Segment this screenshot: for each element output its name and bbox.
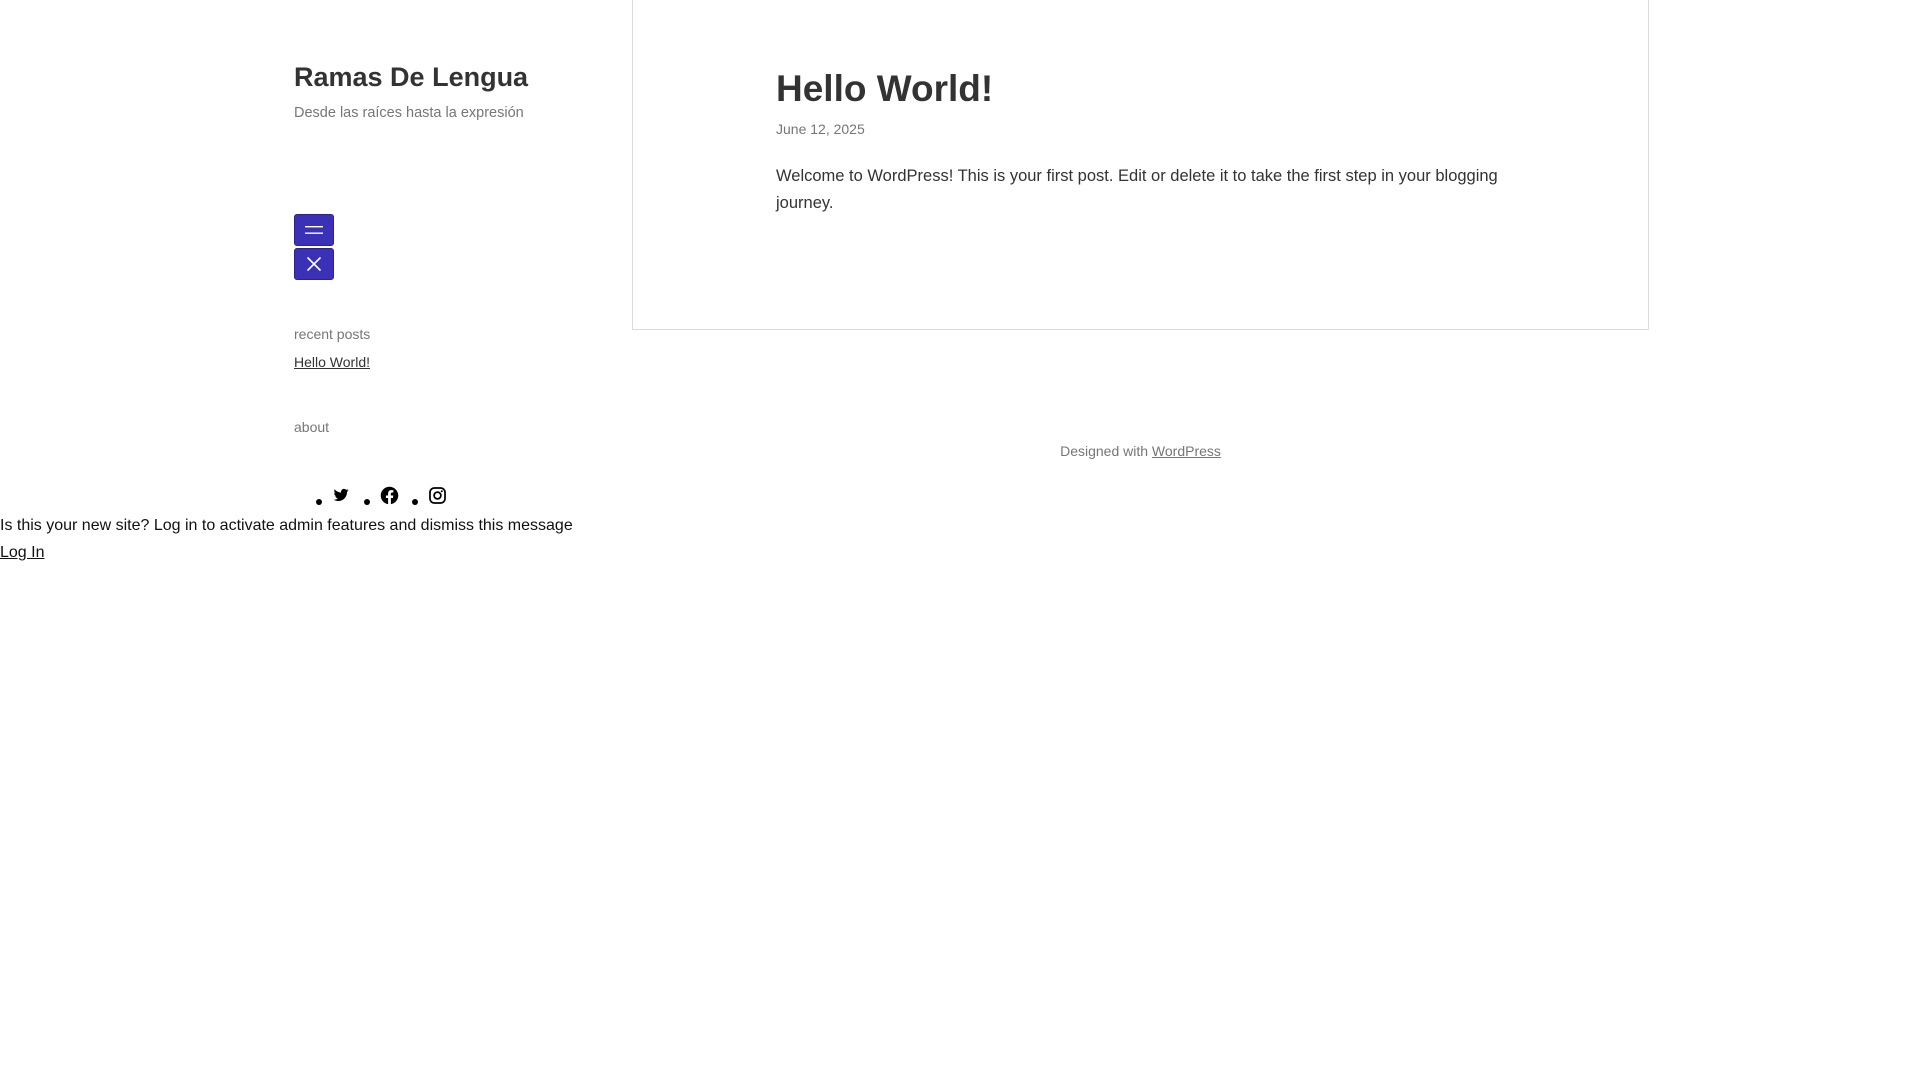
- recent-post-link[interactable]: Hello World!: [294, 354, 370, 370]
- list-bullet: [364, 499, 370, 505]
- list-bullet: [412, 499, 418, 505]
- admin-message: Is this your new site? Log in to activat…: [0, 517, 573, 534]
- post-date[interactable]: June 12, 2025: [776, 121, 865, 137]
- page: Ramas De Lengua Desde las raíces hasta l…: [0, 0, 1920, 1080]
- post-title[interactable]: Hello World!: [776, 70, 993, 107]
- admin-login-link[interactable]: Log In: [0, 543, 44, 563]
- twitter-icon[interactable]: [330, 484, 352, 506]
- post-card: Hello World! June 12, 2025 Welcome to Wo…: [632, 0, 1649, 330]
- instagram-icon[interactable]: [426, 484, 448, 506]
- close-menu-button[interactable]: [294, 248, 334, 280]
- list-bullet: [316, 499, 322, 505]
- post-content: Welcome to WordPress! This is your first…: [776, 167, 1498, 212]
- site-tagline: Desde las raíces hasta la expresión: [294, 105, 524, 121]
- recent-posts-title: recent posts: [294, 326, 371, 342]
- open-menu-button[interactable]: [294, 214, 334, 246]
- footer-text: Designed with: [1060, 443, 1152, 459]
- site-footer: Designed with WordPress: [632, 443, 1649, 459]
- hamburger-menu-icon: [305, 226, 323, 234]
- social-links: [316, 482, 460, 508]
- about-title: about: [294, 419, 330, 435]
- footer-wordpress-link[interactable]: WordPress: [1152, 443, 1221, 459]
- site-title[interactable]: Ramas De Lengua: [294, 64, 528, 91]
- close-icon: [306, 256, 322, 272]
- facebook-icon[interactable]: [378, 484, 400, 506]
